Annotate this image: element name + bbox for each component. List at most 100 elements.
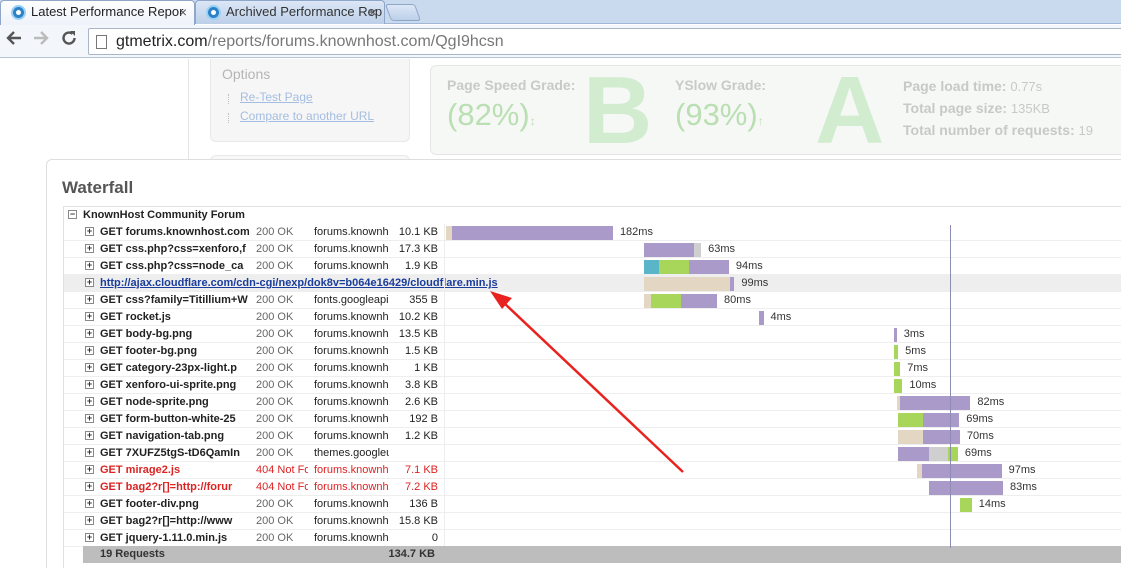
request-url: GET form-button-white-25 bbox=[100, 413, 236, 425]
request-timeline: 3ms bbox=[444, 326, 1121, 343]
expand-icon[interactable]: + bbox=[85, 397, 94, 406]
timing-bar-segment bbox=[680, 294, 718, 308]
timing-bar-segment bbox=[644, 277, 731, 291]
request-domain: forums.knownh bbox=[314, 464, 389, 476]
timing-bar-segment bbox=[644, 260, 659, 274]
back-button[interactable] bbox=[2, 28, 26, 54]
expand-icon[interactable]: + bbox=[85, 244, 94, 253]
request-row[interactable]: + GET css.php?css=xenforo,f 200 OK forums.k… bbox=[64, 241, 1121, 258]
collapse-icon[interactable]: − bbox=[68, 210, 77, 219]
request-timeline: 7ms bbox=[444, 360, 1121, 377]
request-duration: 7ms bbox=[907, 362, 929, 374]
request-row[interactable]: + GET css.php?css=node_ca 200 OK forums.kno… bbox=[64, 258, 1121, 275]
reload-button[interactable] bbox=[57, 28, 81, 54]
timing-bar-segment bbox=[658, 260, 689, 274]
request-row[interactable]: + GET category-23px-light.p 200 OK forums.k… bbox=[64, 360, 1121, 377]
close-icon[interactable]: × bbox=[179, 4, 187, 20]
retest-page-link[interactable]: Re-Test Page bbox=[228, 90, 313, 104]
request-timeline: 82ms bbox=[444, 394, 1121, 411]
request-url: GET footer-bg.png bbox=[100, 345, 198, 357]
request-row[interactable]: + GET footer-bg.png 200 OK forums.knownh 1.5… bbox=[64, 343, 1121, 360]
timing-bar-segment bbox=[898, 413, 924, 427]
expand-icon[interactable]: + bbox=[85, 431, 94, 440]
expand-icon[interactable]: + bbox=[85, 363, 94, 372]
expand-icon[interactable]: + bbox=[85, 533, 94, 542]
waterfall-group-header[interactable]: − KnownHost Community Forum bbox=[64, 207, 1121, 224]
request-timeline: 97ms bbox=[444, 462, 1121, 479]
tab-title: Archived Performance Rep bbox=[226, 4, 383, 19]
timing-bar-segment bbox=[644, 294, 652, 308]
pagespeed-grade-label: Page Speed Grade: bbox=[447, 77, 576, 93]
request-row[interactable]: + GET css?family=Titillium+W 200 OK fonts.g… bbox=[64, 292, 1121, 309]
request-row[interactable]: + GET bag2?r[]=http://forur 404 Not Fo foru… bbox=[64, 479, 1121, 496]
request-duration: 99ms bbox=[741, 277, 769, 289]
request-row[interactable]: + GET 7XUFZ5tgS-tD6QamIn 200 OK themes.goog… bbox=[64, 445, 1121, 462]
address-bar[interactable]: gtmetrix.com/reports/forums.knownhost.co… bbox=[88, 28, 1121, 55]
request-url: GET rocket.js bbox=[100, 311, 171, 323]
request-row[interactable]: + GET node-sprite.png 200 OK forums.knownh 2… bbox=[64, 394, 1121, 411]
timing-bar-segment bbox=[894, 379, 903, 393]
expand-icon[interactable]: + bbox=[85, 465, 94, 474]
expand-icon[interactable]: + bbox=[85, 329, 94, 338]
waterfall-title: Waterfall bbox=[62, 178, 134, 197]
request-row[interactable]: + GET bag2?r[]=http://www 200 OK forums.kno… bbox=[64, 513, 1121, 530]
expand-icon[interactable]: + bbox=[85, 380, 94, 389]
grades-panel: Page Speed Grade: (82%)↕ B YSlow Grade: … bbox=[430, 59, 1121, 164]
new-tab-button[interactable] bbox=[384, 4, 422, 21]
tab-latest-performance-report[interactable]: Latest Performance Repor × bbox=[0, 0, 195, 25]
request-row[interactable]: + GET form-button-white-25 200 OK forums.kn… bbox=[64, 411, 1121, 428]
request-domain: forums.knownh bbox=[314, 532, 389, 544]
compare-url-link[interactable]: Compare to another URL bbox=[227, 109, 374, 123]
request-row[interactable]: + http://ajax.cloudflare.com/cdn-cgi/nexp… bbox=[64, 275, 1121, 292]
timing-bar-segment bbox=[929, 447, 949, 461]
expand-icon[interactable]: + bbox=[85, 414, 94, 423]
expand-icon[interactable]: + bbox=[85, 499, 94, 508]
options-panel: Options Re-Test Page Compare to another … bbox=[210, 59, 410, 142]
request-size: 10.1 KB bbox=[398, 226, 438, 238]
request-status: 200 OK bbox=[256, 311, 294, 323]
expand-icon[interactable]: + bbox=[85, 295, 94, 304]
request-timeline: 69ms bbox=[444, 411, 1121, 428]
request-row[interactable]: + GET xenforo-ui-sprite.png 200 OK forums.k… bbox=[64, 377, 1121, 394]
request-row[interactable]: + GET forums.knownhost.com 200 OK forums.kn… bbox=[64, 224, 1121, 241]
request-size: 15.8 KB bbox=[398, 515, 438, 527]
timing-bar-segment bbox=[923, 430, 960, 444]
request-domain: forums.knownh bbox=[314, 430, 389, 442]
expand-icon[interactable]: + bbox=[85, 448, 94, 457]
request-domain: fonts.googleapi bbox=[314, 294, 389, 306]
request-row[interactable]: + GET jquery-1.11.0.min.js 200 OK forums.kn… bbox=[64, 530, 1121, 547]
request-status: 200 OK bbox=[256, 413, 294, 425]
request-row[interactable]: + GET mirage2.js 404 Not Fo forums.knownh 7.… bbox=[64, 462, 1121, 479]
expand-icon[interactable]: + bbox=[85, 346, 94, 355]
request-url: GET footer-div.png bbox=[100, 498, 199, 510]
request-size: 0 bbox=[431, 532, 438, 544]
request-row[interactable]: + GET footer-div.png 200 OK forums.knownh 13… bbox=[64, 496, 1121, 513]
request-row[interactable]: + GET rocket.js 200 OK forums.knownh 10.2 KB… bbox=[64, 309, 1121, 326]
forward-button[interactable] bbox=[29, 28, 53, 54]
expand-icon[interactable]: + bbox=[85, 312, 94, 321]
expand-icon[interactable]: + bbox=[85, 482, 94, 491]
request-status: 200 OK bbox=[256, 498, 294, 510]
request-domain: forums.knownh bbox=[314, 481, 389, 493]
request-row[interactable]: + GET body-bg.png 200 OK forums.knownh 13.5 … bbox=[64, 326, 1121, 343]
request-timeline: 4ms bbox=[444, 309, 1121, 326]
close-icon[interactable]: × bbox=[369, 4, 377, 20]
expand-icon[interactable]: + bbox=[85, 261, 94, 270]
request-row[interactable]: + GET navigation-tab.png 200 OK forums.know… bbox=[64, 428, 1121, 445]
tab-archived-performance-report[interactable]: Archived Performance Rep × bbox=[195, 0, 385, 24]
request-domain: forums.knownh bbox=[314, 311, 389, 323]
summary-size: 134.7 KB bbox=[388, 548, 435, 560]
browser-tab-bar: Latest Performance Repor × Archived Perf… bbox=[0, 0, 1121, 25]
request-status: 200 OK bbox=[256, 396, 294, 408]
tab-title: Latest Performance Repor bbox=[31, 4, 184, 19]
expand-icon[interactable]: + bbox=[85, 278, 94, 287]
request-duration: 14ms bbox=[978, 498, 1006, 510]
expand-icon[interactable]: + bbox=[85, 227, 94, 236]
request-duration: 94ms bbox=[735, 260, 763, 272]
gtmetrix-favicon-icon bbox=[11, 5, 26, 20]
total-page-size: Total page size: 135KB bbox=[903, 100, 1050, 116]
expand-icon[interactable]: + bbox=[85, 516, 94, 525]
request-timeline bbox=[444, 513, 1121, 530]
column-divider bbox=[188, 59, 189, 159]
request-url: GET css.php?css=xenforo,f bbox=[100, 243, 246, 255]
